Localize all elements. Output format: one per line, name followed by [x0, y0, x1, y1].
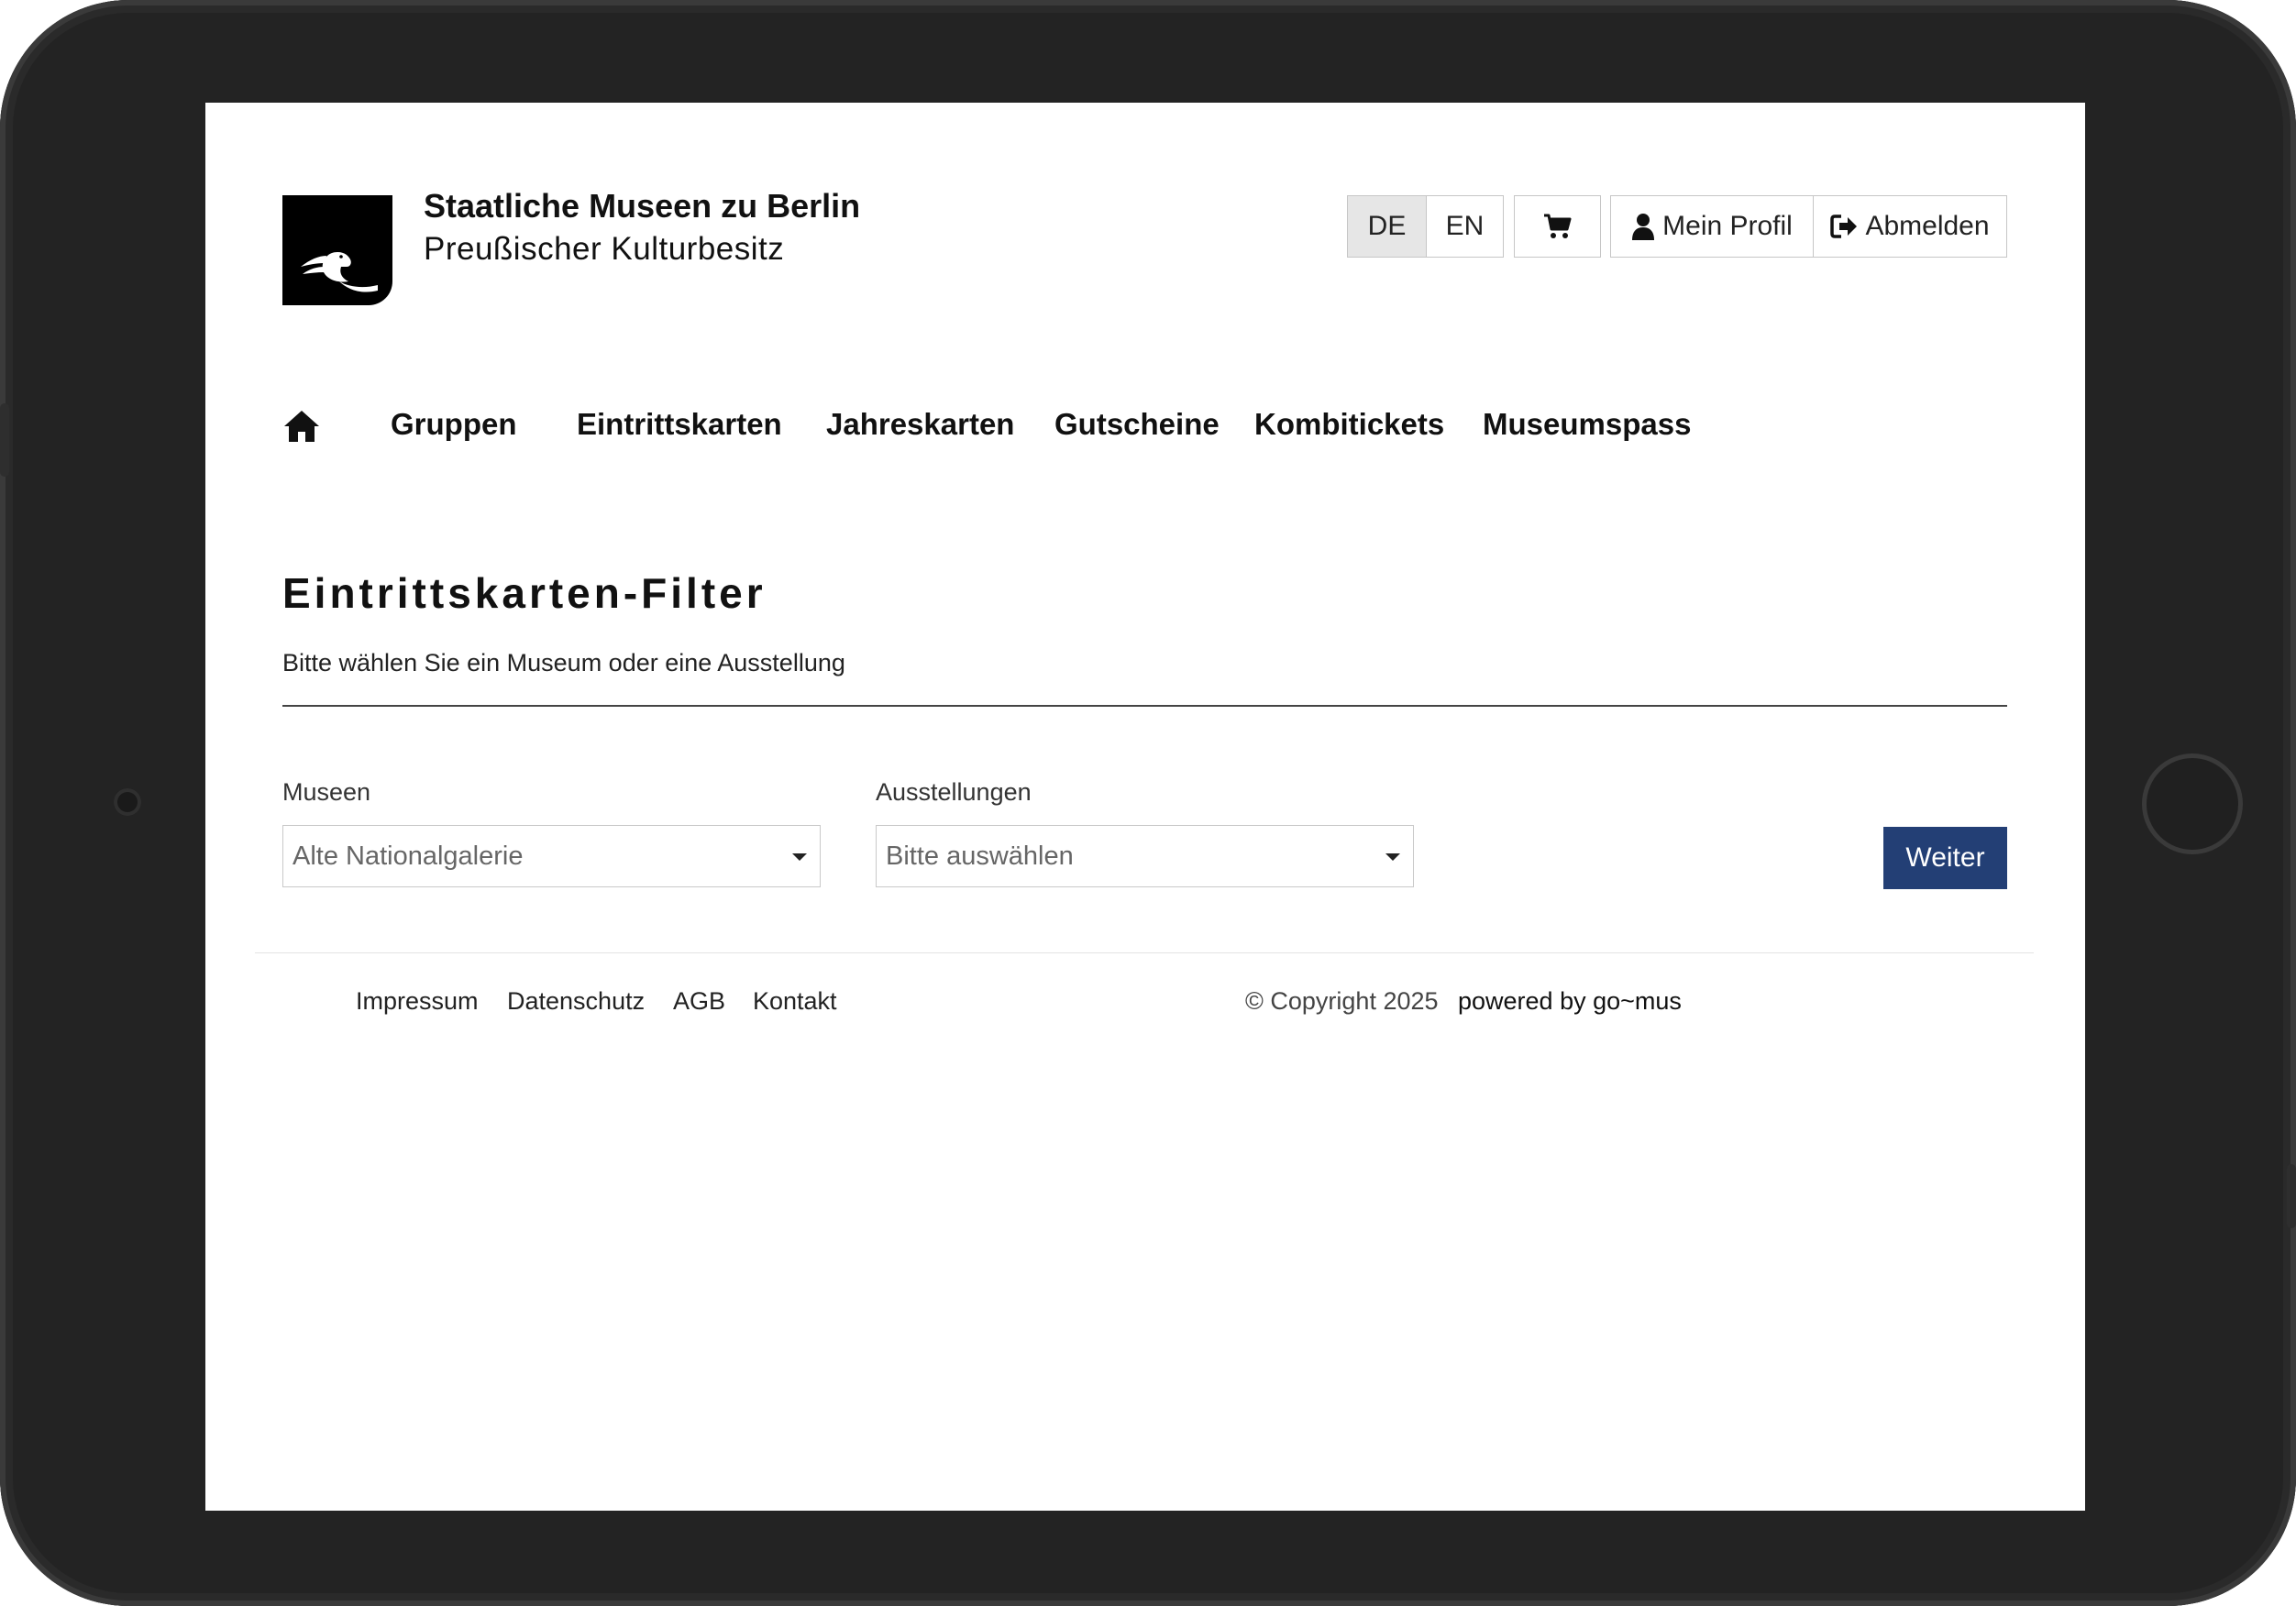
side-button: [0, 403, 9, 477]
tablet-frame: Staatliche Museen zu Berlin Preußischer …: [0, 0, 2296, 1606]
nav-home-link[interactable]: [282, 409, 321, 444]
footer-powered-by[interactable]: powered by go~mus: [1458, 987, 1682, 1016]
lang-en-button[interactable]: EN: [1426, 195, 1504, 258]
footer-link-impressum[interactable]: Impressum: [356, 987, 479, 1016]
logo[interactable]: [282, 195, 392, 305]
profile-button[interactable]: Mein Profil: [1610, 195, 1814, 258]
user-icon: [1632, 214, 1655, 240]
lang-de-label: DE: [1367, 211, 1407, 241]
eagle-logo-icon: [301, 252, 378, 292]
footer-divider: [255, 952, 2034, 953]
home-icon: [284, 411, 319, 442]
footer-copyright: © Copyright 2025: [1245, 987, 1439, 1015]
nav-item-jahreskarten[interactable]: Jahreskarten: [826, 407, 1014, 442]
lang-de-button[interactable]: DE: [1347, 195, 1427, 258]
footer-link-datenschutz[interactable]: Datenschutz: [507, 987, 645, 1016]
museums-select-value: Alte Nationalgalerie: [293, 841, 524, 871]
museums-select[interactable]: Alte Nationalgalerie: [282, 825, 821, 887]
logout-label: Abmelden: [1865, 211, 1990, 241]
nav-item-kombitickets[interactable]: Kombitickets: [1254, 407, 1444, 442]
divider: [282, 705, 2007, 707]
footer-link-agb[interactable]: AGB: [673, 987, 725, 1016]
footer-link-kontakt[interactable]: Kontakt: [753, 987, 837, 1016]
nav-item-gutscheine[interactable]: Gutscheine: [1054, 407, 1220, 442]
nav-item-eintrittskarten[interactable]: Eintrittskarten: [577, 407, 782, 442]
lang-en-label: EN: [1445, 211, 1485, 241]
exhibitions-select[interactable]: Bitte auswählen: [876, 825, 1414, 887]
brand-title: Staatliche Museen zu Berlin: [424, 187, 861, 225]
museums-label: Museen: [282, 778, 371, 806]
caret-down-icon: [792, 853, 807, 861]
exhibitions-select-value: Bitte auswählen: [886, 841, 1074, 871]
cart-icon: [1543, 214, 1571, 238]
nav-item-gruppen[interactable]: Gruppen: [391, 407, 517, 442]
home-hardware-button[interactable]: [2142, 754, 2243, 854]
side-button: [2287, 1164, 2296, 1228]
nav-item-museumspass[interactable]: Museumspass: [1483, 407, 1691, 442]
page-subtitle: Bitte wählen Sie ein Museum oder eine Au…: [282, 649, 845, 676]
weiter-button[interactable]: Weiter: [1883, 827, 2007, 889]
exhibitions-label: Ausstellungen: [876, 778, 1032, 806]
logout-button[interactable]: Abmelden: [1813, 195, 2007, 258]
cart-button[interactable]: [1514, 195, 1601, 258]
screen: Staatliche Museen zu Berlin Preußischer …: [205, 103, 2085, 1511]
brand-subtitle: Preußischer Kulturbesitz: [424, 231, 785, 267]
weiter-label: Weiter: [1905, 842, 1985, 873]
camera-icon: [114, 788, 141, 816]
caret-down-icon: [1385, 853, 1400, 861]
page-title: Eintrittskarten-Filter: [282, 569, 767, 617]
profile-label: Mein Profil: [1662, 211, 1793, 241]
logout-icon: [1830, 214, 1858, 238]
